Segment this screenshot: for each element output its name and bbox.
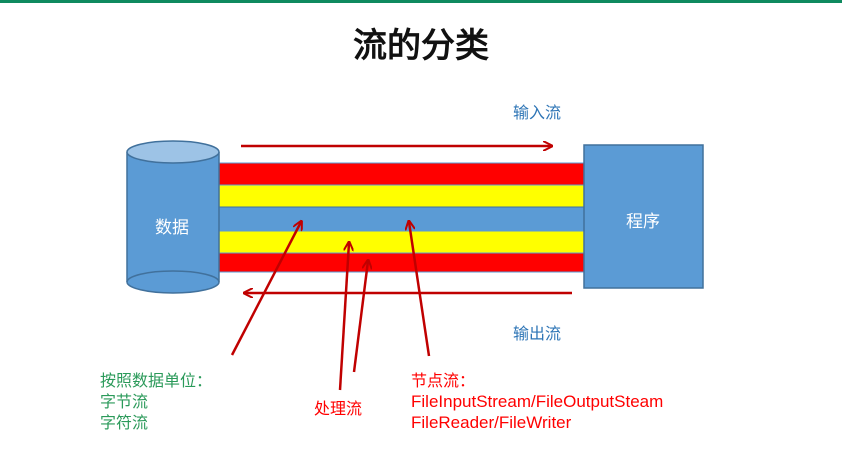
input-stream-label: 输入流 <box>513 103 562 122</box>
band-red-bottom <box>214 252 586 273</box>
file-reader-writer-classes: FileReader/FileWriter <box>411 413 572 432</box>
band-red-top <box>214 162 586 186</box>
byte-stream-label: 字节流 <box>100 392 149 411</box>
band-yellow-bottom <box>214 230 586 254</box>
node-stream-label: 节点流： FileInputStream/FileOutputSteam Fil… <box>411 370 663 433</box>
char-stream-label: 字符流 <box>100 413 149 432</box>
file-stream-classes: FileInputStream/FileOutputSteam <box>411 392 664 411</box>
band-blue-middle <box>214 206 586 232</box>
stream-bands <box>214 162 586 273</box>
processing-stream-label: 处理流 <box>314 399 363 418</box>
band-yellow-top <box>214 184 586 208</box>
by-unit-label: 按照数据单位： 字节流 字符流 <box>100 370 212 433</box>
node-stream-heading: 节点流： <box>411 371 476 390</box>
processing-pointer-arrow-2 <box>352 261 368 373</box>
by-unit-heading: 按照数据单位： <box>100 371 213 390</box>
data-label: 数据 <box>155 218 189 238</box>
output-stream-label: 输出流 <box>513 324 562 343</box>
program-label: 程序 <box>626 212 660 232</box>
